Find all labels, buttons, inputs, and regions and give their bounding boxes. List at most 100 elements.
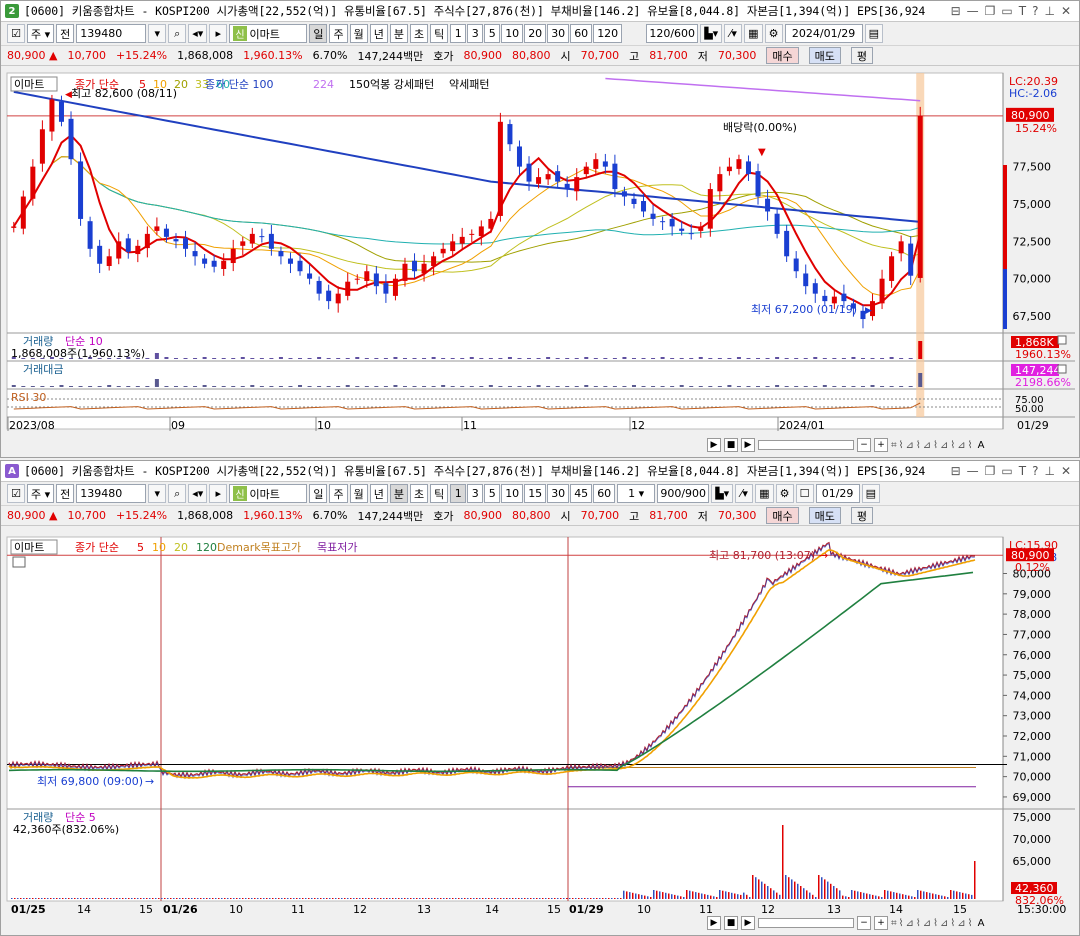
chart-tool-icon[interactable]: ▙▾ bbox=[700, 24, 723, 43]
minute-interval-15[interactable]: 15 bbox=[524, 484, 547, 503]
draw-tools-icon[interactable]: ⌗⌇⊿⌇⊿⌇⊿⌇⊿⌇ bbox=[891, 440, 975, 451]
maximize-icon[interactable]: ▭ bbox=[1001, 464, 1012, 478]
daily-interval-20[interactable]: 20 bbox=[524, 24, 547, 43]
scrollbar[interactable] bbox=[758, 918, 854, 928]
daily-interval-10[interactable]: 10 bbox=[501, 24, 524, 43]
title-bar[interactable]: A [0600] 키움종합차트 - KOSPI200 시가총액[22,552(억… bbox=[1, 461, 1079, 482]
period-second[interactable]: 초 bbox=[409, 484, 429, 503]
minute-interval-60[interactable]: 60 bbox=[593, 484, 616, 503]
scrollbar[interactable] bbox=[758, 440, 854, 450]
font-size-icon[interactable]: A bbox=[978, 918, 985, 929]
zoom-in-icon[interactable]: + bbox=[874, 916, 888, 930]
trend-icon[interactable]: ⁄▾ bbox=[724, 24, 743, 43]
period-day[interactable]: 일 bbox=[309, 484, 328, 503]
stock-name-field[interactable]: 신 이마트 bbox=[229, 484, 308, 503]
buy-button[interactable]: 매수 bbox=[766, 47, 799, 64]
help-icon[interactable]: ? bbox=[1032, 4, 1038, 18]
checkbox-icon[interactable]: ☑ bbox=[7, 484, 25, 503]
zoom-in-icon[interactable]: + bbox=[874, 438, 888, 452]
count-field[interactable]: 900/900 bbox=[657, 484, 710, 503]
font-icon[interactable]: T bbox=[1019, 4, 1026, 18]
calendar-icon[interactable]: ▤ bbox=[864, 24, 883, 43]
period-tick[interactable]: 틱 bbox=[430, 24, 449, 43]
restore-icon[interactable]: ❐ bbox=[985, 464, 996, 478]
save-icon[interactable]: ▦ bbox=[744, 24, 763, 43]
stock-name-field[interactable]: 신 이마트 bbox=[229, 24, 308, 43]
stop-icon[interactable]: ■ bbox=[724, 916, 738, 930]
search-icon[interactable]: ⌕ bbox=[168, 484, 187, 503]
period-week[interactable]: 주 bbox=[329, 484, 348, 503]
minute-interval-5[interactable]: 5 bbox=[484, 484, 501, 503]
zoom-out-icon[interactable]: − bbox=[857, 916, 871, 930]
settings-icon[interactable]: ⚙ bbox=[764, 24, 783, 43]
sound-icon[interactable]: ◂▾ bbox=[188, 484, 208, 503]
period-year[interactable]: 년 bbox=[369, 24, 388, 43]
restore-icon[interactable]: ❐ bbox=[985, 4, 996, 18]
date-field[interactable]: 2024/01/29 bbox=[784, 24, 863, 43]
minute-interval-30[interactable]: 30 bbox=[547, 484, 570, 503]
maximize-icon[interactable]: ▭ bbox=[1001, 4, 1012, 18]
minute-interval-3[interactable]: 3 bbox=[467, 484, 484, 503]
minute-interval-10[interactable]: 10 bbox=[501, 484, 524, 503]
period-week[interactable]: 주 bbox=[329, 24, 348, 43]
close-icon[interactable]: ✕ bbox=[1061, 464, 1071, 478]
daily-interval-60[interactable]: 60 bbox=[570, 24, 593, 43]
next-icon[interactable]: ▶ bbox=[741, 916, 755, 930]
code-dropdown-icon[interactable]: ▾ bbox=[148, 484, 167, 503]
daily-interval-1[interactable]: 1 bbox=[450, 24, 467, 43]
code-input[interactable]: 139480 bbox=[76, 484, 147, 503]
code-input[interactable]: 139480 bbox=[76, 24, 147, 43]
arrow-icon[interactable]: ▸ bbox=[209, 484, 228, 503]
font-size-icon[interactable]: A bbox=[978, 440, 985, 451]
period-tick[interactable]: 틱 bbox=[430, 484, 449, 503]
settings-icon[interactable]: ⚙ bbox=[775, 484, 794, 503]
minute-interval-1[interactable]: 1 bbox=[450, 484, 467, 503]
pushpin-icon[interactable]: ⊥ bbox=[1044, 464, 1054, 478]
period-minute[interactable]: 분 bbox=[389, 484, 408, 503]
trend-icon[interactable]: ⁄▾ bbox=[735, 484, 754, 503]
help-icon[interactable]: ? bbox=[1032, 464, 1038, 478]
sell-button[interactable]: 매도 bbox=[808, 507, 841, 524]
code-dropdown-icon[interactable]: ▾ bbox=[148, 24, 167, 43]
daily-interval-5[interactable]: 5 bbox=[484, 24, 501, 43]
date-field[interactable]: 01/29 bbox=[815, 484, 860, 503]
period-month[interactable]: 월 bbox=[349, 24, 368, 43]
stop-icon[interactable]: ■ bbox=[724, 438, 738, 452]
period-second[interactable]: 초 bbox=[409, 24, 429, 43]
sound-icon[interactable]: ◂▾ bbox=[188, 24, 208, 43]
count-field[interactable]: 120/600 bbox=[646, 24, 699, 43]
avg-button[interactable]: 평 bbox=[850, 47, 873, 64]
search-icon[interactable]: ⌕ bbox=[168, 24, 187, 43]
draw-tools-icon[interactable]: ⌗⌇⊿⌇⊿⌇⊿⌇⊿⌇ bbox=[891, 918, 975, 929]
save-icon[interactable]: ▦ bbox=[755, 484, 774, 503]
pin-icon[interactable]: ⊟ bbox=[951, 4, 961, 18]
buy-button[interactable]: 매수 bbox=[766, 507, 799, 524]
period-year[interactable]: 년 bbox=[369, 484, 388, 503]
sell-button[interactable]: 매도 bbox=[808, 47, 841, 64]
daily-chart[interactable]: 77,50075,00072,50070,00067,500이마트 종가 단순 5 1… bbox=[1, 69, 1079, 437]
interval-select[interactable]: 1 ▾ bbox=[617, 484, 656, 503]
title-bar[interactable]: 2 [0600] 키움종합차트 - KOSPI200 시가총액[22,552(억… bbox=[1, 1, 1079, 22]
pushpin-icon[interactable]: ⊥ bbox=[1044, 4, 1054, 18]
minute-interval-45[interactable]: 45 bbox=[570, 484, 593, 503]
minute-chart[interactable]: 80,00079,00078,00077,00076,00075,00074,0… bbox=[1, 529, 1079, 915]
daily-interval-30[interactable]: 30 bbox=[547, 24, 570, 43]
daily-interval-3[interactable]: 3 bbox=[467, 24, 484, 43]
font-icon[interactable]: T bbox=[1019, 464, 1026, 478]
chart-tool-icon[interactable]: ▙▾ bbox=[711, 484, 734, 503]
prev-button[interactable]: 전 bbox=[56, 24, 75, 43]
market-select[interactable]: 주 ▾ bbox=[27, 484, 55, 503]
next-icon[interactable]: ▶ bbox=[741, 438, 755, 452]
period-day[interactable]: 일 bbox=[309, 24, 328, 43]
minimize-icon[interactable]: — bbox=[967, 4, 979, 18]
minimize-icon[interactable]: — bbox=[967, 464, 979, 478]
close-icon[interactable]: ✕ bbox=[1061, 4, 1071, 18]
market-select[interactable]: 주 ▾ bbox=[27, 24, 55, 43]
period-month[interactable]: 월 bbox=[349, 484, 368, 503]
play-icon[interactable]: ▶ bbox=[707, 438, 721, 452]
period-minute[interactable]: 분 bbox=[389, 24, 408, 43]
date-checkbox[interactable]: ☐ bbox=[795, 484, 814, 503]
prev-button[interactable]: 전 bbox=[56, 484, 75, 503]
arrow-icon[interactable]: ▸ bbox=[209, 24, 228, 43]
daily-interval-120[interactable]: 120 bbox=[593, 24, 623, 43]
